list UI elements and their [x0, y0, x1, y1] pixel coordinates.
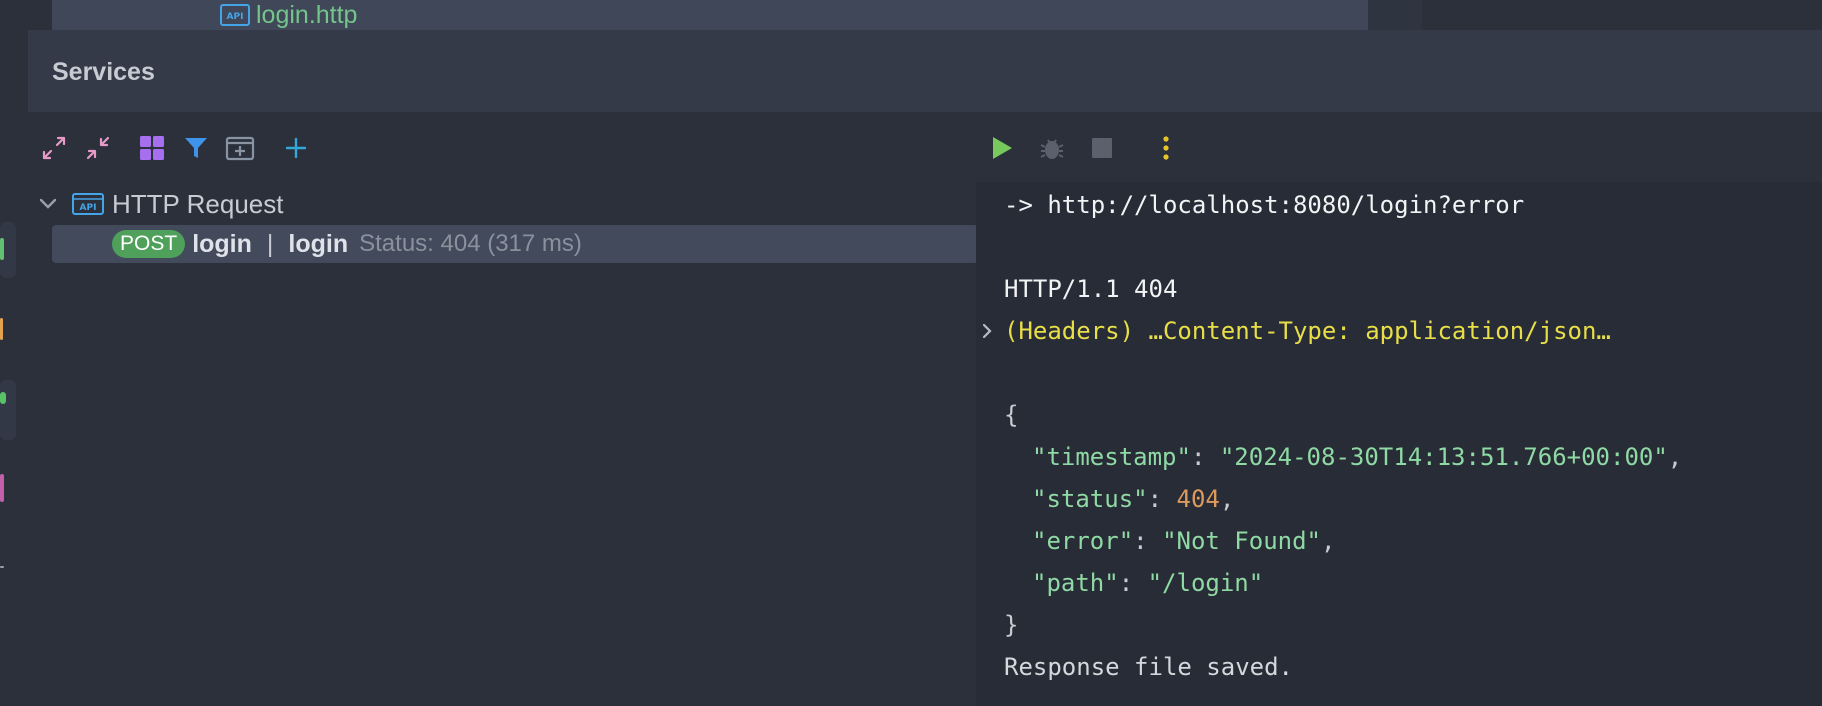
json-comma: ,: [1667, 443, 1683, 471]
json-field-status: "status": 404,: [1032, 485, 1235, 513]
json-value: "/login": [1147, 569, 1264, 597]
strip-indicator: [0, 474, 4, 502]
more-icon: [1163, 136, 1169, 160]
json-key: "error": [1032, 527, 1134, 555]
response-saved-line: Response file saved.: [1004, 653, 1293, 681]
json-comma: ,: [1219, 485, 1235, 513]
tree-group-label: HTTP Request: [112, 188, 284, 219]
headers-expander[interactable]: [980, 316, 1000, 346]
tree-request-row[interactable]: POST login | login Status: 404 (317 ms): [52, 225, 978, 263]
svg-text:API: API: [80, 203, 97, 213]
new-tab-icon: [225, 136, 255, 161]
json-comma: ,: [1321, 527, 1336, 555]
stop-icon: [1092, 138, 1112, 158]
json-value: "2024-08-30T14:13:51.766+00:00": [1219, 443, 1668, 471]
chevron-right-icon: [982, 323, 992, 339]
project-file-name: login.http: [256, 0, 358, 29]
json-value: "Not Found": [1162, 527, 1322, 555]
json-key: "status": [1032, 485, 1148, 513]
strip-indicator: [0, 566, 4, 568]
headers-line[interactable]: (Headers) …Content-Type: application/jso…: [1004, 316, 1611, 346]
request-file: login: [288, 229, 349, 258]
request-url-line: -> http://localhost:8080/login?error: [1004, 191, 1525, 219]
json-field-timestamp: "timestamp": "2024-08-30T14:13:51.766+00…: [1032, 443, 1683, 471]
json-value: 404: [1176, 485, 1220, 513]
project-tree-selected-row[interactable]: API login.http: [52, 0, 1368, 30]
group-by-button[interactable]: [136, 132, 168, 164]
strip-tab[interactable]: [0, 380, 16, 440]
filter-button[interactable]: [180, 132, 212, 164]
request-status: Status: 404 (317 ms): [359, 230, 582, 257]
json-field-error: "error": "Not Found",: [1032, 527, 1336, 555]
project-file-item[interactable]: API login.http: [220, 0, 357, 30]
add-service-button[interactable]: [280, 132, 312, 164]
status-line: HTTP/1.1 404: [1004, 275, 1178, 303]
api-file-icon: API: [72, 193, 104, 215]
json-open-brace: {: [1004, 401, 1019, 429]
services-tree-pane: API HTTP Request POST login | login Stat…: [28, 112, 978, 706]
run-icon: [993, 137, 1012, 159]
request-name: login: [192, 229, 252, 258]
more-options-button[interactable]: [1150, 132, 1182, 164]
strip-indicator: [0, 238, 4, 260]
expand-all-button[interactable]: [38, 132, 70, 164]
request-separator: |: [266, 229, 274, 258]
new-tab-button[interactable]: [224, 132, 256, 164]
api-file-icon: API: [220, 4, 250, 26]
run-toolbar: [986, 130, 1182, 166]
run-button[interactable]: [986, 132, 1018, 164]
response-pane: -> http://localhost:8080/login?error HTT…: [976, 112, 1822, 706]
json-close-brace: }: [1004, 611, 1019, 639]
json-key: "timestamp": [1032, 443, 1191, 471]
svg-text:API: API: [227, 12, 244, 22]
tree-group-http-request[interactable]: API HTTP Request: [38, 188, 283, 220]
debug-button[interactable]: [1036, 132, 1068, 164]
json-field-path: "path": "/login": [1032, 569, 1264, 597]
method-badge: POST: [112, 230, 186, 258]
collapse-all-icon: [86, 136, 110, 160]
collapse-all-button[interactable]: [82, 132, 114, 164]
response-output[interactable]: -> http://localhost:8080/login?error HTT…: [976, 182, 1822, 706]
strip-dot: [0, 392, 6, 404]
stop-button[interactable]: [1086, 132, 1118, 164]
group-by-icon: [140, 136, 164, 160]
filter-icon: [185, 138, 207, 158]
services-header: Services: [28, 30, 1822, 112]
debug-icon: [1040, 139, 1064, 159]
chevron-down-icon[interactable]: [38, 194, 58, 214]
services-title: Services: [52, 58, 155, 86]
project-tree-gutter: [1368, 0, 1422, 30]
strip-indicator: [0, 318, 3, 340]
expand-all-icon: [42, 136, 66, 160]
ide-window: API login.http Services API HTTP Request…: [0, 0, 1822, 706]
add-icon: [285, 137, 307, 159]
services-toolbar: [38, 130, 312, 166]
project-tree-background: [1422, 0, 1822, 30]
tool-window-strip: [0, 0, 28, 706]
json-key: "path": [1032, 569, 1119, 597]
